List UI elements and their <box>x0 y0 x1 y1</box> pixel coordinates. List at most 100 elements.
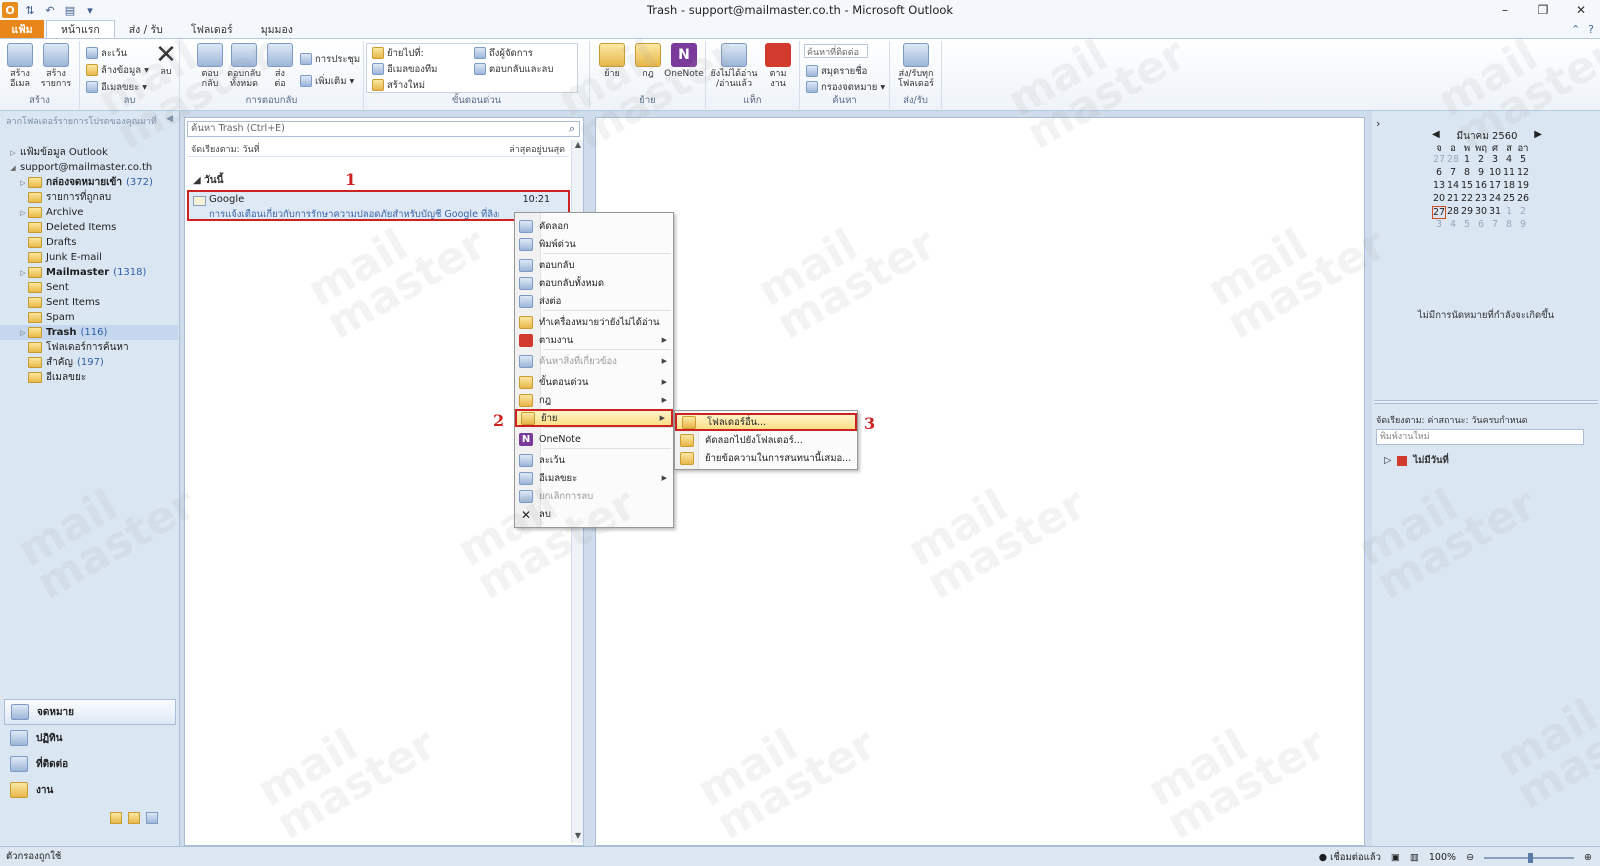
folder-item[interactable]: Spam <box>0 310 178 325</box>
notes-icon[interactable] <box>110 812 122 824</box>
folder-item[interactable]: ▷ Archive <box>0 205 178 220</box>
zoom-slider[interactable] <box>1484 852 1575 863</box>
calendar-day[interactable]: 9 <box>1516 219 1530 232</box>
calendar-day[interactable]: 6 <box>1432 167 1446 180</box>
context-menu-item-forward[interactable]: ส่งต่อ <box>515 292 673 310</box>
calendar-day[interactable]: 8 <box>1460 167 1474 180</box>
folder-item[interactable]: ▷ Trash (116) <box>0 325 178 340</box>
calendar-day[interactable]: 19 <box>1516 180 1530 193</box>
context-menu-item-quick-steps[interactable]: ขั้นตอนด่วน ▶ <box>515 373 673 391</box>
search-input[interactable]: ค้นหา Trash (Ctrl+E) ⌕ <box>187 121 580 137</box>
quickstep-move-to[interactable]: ย้ายไปที่: <box>372 45 424 61</box>
close-button[interactable]: ✕ <box>1562 0 1600 20</box>
folder-item[interactable]: Sent Items <box>0 295 178 310</box>
calendar-day[interactable]: 27 <box>1432 206 1446 219</box>
forward-button[interactable]: ส่ง ต่อ <box>262 43 298 89</box>
folder-item[interactable]: ▷ กล่องจดหมายเข้า (372) <box>0 175 178 190</box>
calendar-day[interactable]: 1 <box>1502 206 1516 219</box>
calendar-day[interactable]: 28 <box>1446 206 1460 219</box>
calendar-day[interactable]: 13 <box>1432 180 1446 193</box>
customize-qat-icon[interactable]: ▾ <box>82 2 98 18</box>
calendar-day[interactable]: 21 <box>1446 193 1460 206</box>
zoom-slider-knob[interactable] <box>1528 852 1534 863</box>
folder-item[interactable]: สำคัญ (197) <box>0 355 178 370</box>
calendar-day[interactable]: 31 <box>1488 206 1502 219</box>
folder-item[interactable]: Junk E-mail <box>0 250 178 265</box>
shortcuts-icon[interactable] <box>146 812 158 824</box>
calendar-day[interactable]: 3 <box>1488 154 1502 167</box>
sort-order[interactable]: ล่าสุดอยู่บนสุด <box>509 142 565 156</box>
expand-twisty-icon[interactable]: ▷ <box>18 329 28 337</box>
outlook-logo-icon[interactable]: O <box>2 2 18 18</box>
calendar-day[interactable]: 2 <box>1474 154 1488 167</box>
send-receive-all-button[interactable]: ส่ง/รับทุก โฟลเดอร์ <box>894 43 938 89</box>
module-calendar[interactable]: ปฏิทิน <box>4 725 176 751</box>
calendar-day[interactable]: 17 <box>1488 180 1502 193</box>
move-submenu-item[interactable]: คัดลอกไปยังโฟลเดอร์... <box>675 431 857 449</box>
scroll-up-icon[interactable]: ▲ <box>572 140 584 152</box>
cleanup-button[interactable]: ล้างข้อมูล ▾ <box>86 62 149 78</box>
todo-divider[interactable] <box>1374 400 1598 404</box>
context-menu-item-junk[interactable]: อีเมลขยะ ▶ <box>515 469 673 487</box>
collapse-nav-icon[interactable]: ◀ <box>166 114 173 124</box>
minimize-ribbon-icon[interactable]: ⌃ <box>1571 23 1580 36</box>
calendar-day[interactable]: 30 <box>1474 206 1488 219</box>
search-icon[interactable]: ⌕ <box>569 122 575 136</box>
scroll-down-icon[interactable]: ▼ <box>572 831 584 843</box>
expand-twisty-icon[interactable]: ▷ <box>18 209 28 217</box>
calendar-day[interactable]: 20 <box>1432 193 1446 206</box>
expand-twisty-icon[interactable]: ◢ <box>8 164 18 172</box>
reply-all-button[interactable]: ตอบกลับ ทั้งหมด <box>226 43 262 89</box>
calendar-day[interactable]: 5 <box>1516 154 1530 167</box>
calendar-day[interactable]: 9 <box>1474 167 1488 180</box>
calendar-day[interactable]: 7 <box>1488 219 1502 232</box>
calendar-day[interactable]: 28 <box>1446 154 1460 167</box>
module-mail[interactable]: จดหมาย <box>4 699 176 725</box>
task-group-no-date[interactable]: ▷ ไม่มีวันที่ <box>1384 453 1449 468</box>
context-menu-item-move[interactable]: ย้าย ▶ <box>515 409 673 427</box>
rules-button[interactable]: กฎ <box>630 43 666 79</box>
context-menu-item-onenote[interactable]: N OneNote <box>515 430 673 448</box>
quickstep-team-email[interactable]: อีเมลของทีม <box>372 61 437 77</box>
calendar-day[interactable]: 8 <box>1502 219 1516 232</box>
zoom-in-icon[interactable]: ⊕ <box>1584 852 1592 863</box>
new-email-button[interactable]: สร้าง อีเมล <box>2 43 38 89</box>
folder-item[interactable]: Drafts <box>0 235 178 250</box>
tab-file[interactable]: แฟ้ม <box>0 20 44 38</box>
tab-folder[interactable]: โฟลเดอร์ <box>177 20 247 38</box>
restore-button[interactable]: ❐ <box>1524 0 1562 20</box>
sort-by[interactable]: จัดเรียงตาม: วันที่ <box>191 142 260 156</box>
folder-item[interactable]: ◢ support@mailmaster.co.th <box>0 160 178 175</box>
calendar-day[interactable]: 26 <box>1516 193 1530 206</box>
calendar-day[interactable]: 29 <box>1460 206 1474 219</box>
follow-up-button[interactable]: ตาม งาน <box>760 43 796 89</box>
calendar-day[interactable]: 22 <box>1460 193 1474 206</box>
context-menu-item-reply-all[interactable]: ตอบกลับทั้งหมด <box>515 274 673 292</box>
calendar-day[interactable]: 25 <box>1502 193 1516 206</box>
calendar-day[interactable]: 24 <box>1488 193 1502 206</box>
delete-button[interactable]: ✕ ลบ <box>148 42 184 77</box>
unread-read-button[interactable]: ยังไม่ได้อ่าน /อ่านแล้ว <box>710 43 758 89</box>
calendar-day[interactable]: 16 <box>1474 180 1488 193</box>
message-item[interactable]: Google 10:21 การแจ้งเตือนเกี่ยวกับการรัก… <box>187 190 570 221</box>
quickstep-to-manager[interactable]: ถึงผู้จัดการ <box>474 45 533 61</box>
calendar-day[interactable]: 3 <box>1432 219 1446 232</box>
meeting-button[interactable]: การประชุม <box>300 51 360 67</box>
calendar-day[interactable]: 10 <box>1488 167 1502 180</box>
quickstep-reply-delete[interactable]: ตอบกลับและลบ <box>474 61 553 77</box>
folder-item[interactable]: อีเมลขยะ <box>0 370 178 385</box>
expand-twisty-icon[interactable]: ▷ <box>18 269 28 277</box>
calendar-day[interactable]: 2 <box>1516 206 1530 219</box>
context-menu-item-print[interactable]: พิมพ์ด่วน <box>515 235 673 253</box>
calendar-day[interactable]: 5 <box>1460 219 1474 232</box>
move-submenu-item[interactable]: โฟลเดอร์อื่น... <box>675 413 857 431</box>
folder-item[interactable]: โฟลเดอร์การค้นหา <box>0 340 178 355</box>
calendar-day[interactable]: 1 <box>1460 154 1474 167</box>
context-menu-item-copy[interactable]: คัดลอก <box>515 217 673 235</box>
address-book-button[interactable]: สมุดรายชื่อ <box>806 63 867 79</box>
expand-twisty-icon[interactable]: ▷ <box>18 179 28 187</box>
folder-item[interactable]: รายการที่ถูกลบ <box>0 190 178 205</box>
zoom-out-icon[interactable]: ⊖ <box>1466 852 1474 863</box>
calendar-day[interactable]: 14 <box>1446 180 1460 193</box>
task-sort[interactable]: จัดเรียงตาม: ค่าสถานะ: วันครบกำหนด <box>1376 413 1528 427</box>
